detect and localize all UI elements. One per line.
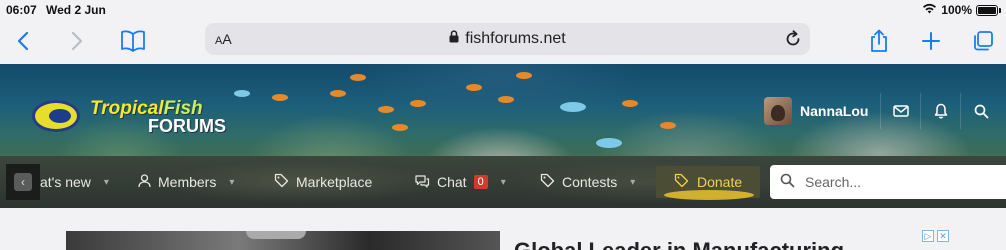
nav-donate-label: Donate — [697, 174, 743, 190]
nav-whats-new-label: at's new — [40, 174, 91, 190]
tag-icon — [674, 173, 689, 191]
status-right: 100% — [922, 3, 1001, 17]
reload-icon[interactable] — [784, 30, 802, 53]
nav-contests[interactable]: Contests ▾ — [540, 156, 635, 208]
status-date: Wed 2 Jun — [46, 3, 106, 17]
ad-headline[interactable]: Global Leader in Manufacturing — [514, 238, 924, 250]
tag-icon — [540, 173, 555, 191]
bookmarks-icon[interactable] — [118, 26, 148, 56]
nav-chat-label: Chat — [437, 174, 467, 190]
logo-word-forums: FORUMS — [148, 116, 226, 136]
banner-fish — [660, 122, 676, 129]
banner-fish — [498, 96, 514, 103]
banner-fish — [234, 90, 250, 97]
user-icon — [138, 173, 151, 191]
bell-icon[interactable] — [921, 93, 962, 129]
banner-fish — [410, 100, 426, 107]
nav-contests-label: Contests — [562, 174, 618, 190]
url-domain-group: fishforums.net — [449, 30, 566, 48]
banner-fish — [466, 84, 482, 91]
search-input[interactable]: Search... — [770, 165, 1006, 199]
user-nav: NannaLou — [760, 93, 1001, 129]
reader-label-large: A — [222, 31, 232, 47]
banner-fish — [378, 106, 394, 113]
nav-members-label: Members — [158, 174, 217, 190]
lock-icon — [449, 30, 459, 48]
banner-fish — [330, 90, 346, 97]
avatar — [764, 97, 792, 125]
envelope-icon[interactable] — [881, 93, 922, 129]
chat-count-badge: 0 — [473, 175, 488, 189]
browser-toolbar: AA fishforums.net — [0, 18, 1006, 64]
tag-icon — [274, 173, 289, 191]
back-icon[interactable] — [8, 26, 38, 56]
nav-donate[interactable]: Donate — [656, 166, 760, 200]
ad-image[interactable] — [66, 231, 500, 250]
logo-fish-emblem — [32, 100, 80, 132]
banner-fish — [516, 72, 532, 79]
banner-fish — [272, 94, 288, 101]
new-tab-icon[interactable] — [916, 26, 946, 56]
site-logo[interactable]: TropicalFish FORUMS — [32, 98, 262, 138]
search-icon — [780, 173, 795, 191]
search-placeholder: Search... — [805, 174, 862, 190]
battery-percent: 100% — [941, 3, 972, 17]
donate-highlight — [664, 190, 754, 200]
adchoices[interactable]: ▷ ✕ — [922, 230, 949, 242]
banner-fish — [560, 102, 586, 112]
adchoices-icon[interactable]: ▷ — [922, 230, 934, 242]
address-bar[interactable]: AA fishforums.net — [205, 23, 810, 55]
ad-close-icon[interactable]: ✕ — [937, 230, 949, 242]
nav-marketplace-label: Marketplace — [296, 174, 373, 190]
nav-members[interactable]: Members ▾ — [138, 156, 234, 208]
battery-fill — [978, 6, 996, 14]
chevron-left-icon: ‹ — [14, 173, 32, 191]
nav-chat[interactable]: Chat 0 ▾ — [414, 156, 506, 208]
chat-icon — [414, 174, 430, 191]
nav-marketplace[interactable]: Marketplace — [274, 156, 372, 208]
url-domain: fishforums.net — [465, 30, 566, 47]
status-bar: 06:07 Wed 2 Jun 100% — [0, 0, 1006, 20]
banner-fish — [596, 138, 622, 148]
wifi-icon — [922, 3, 937, 17]
chevron-down-icon[interactable]: ▾ — [104, 177, 109, 188]
chevron-down-icon[interactable]: ▾ — [630, 177, 635, 188]
chevron-down-icon[interactable]: ▾ — [229, 177, 234, 188]
banner-fish — [392, 124, 408, 131]
nav-whats-new[interactable]: at's new ▾ — [40, 156, 109, 208]
status-time: 06:07 — [6, 3, 37, 17]
reader-settings-button[interactable]: AA — [215, 31, 232, 47]
share-icon[interactable] — [864, 26, 894, 56]
chevron-down-icon[interactable]: ▾ — [501, 177, 506, 188]
forward-icon[interactable] — [62, 26, 92, 56]
username: NannaLou — [800, 103, 869, 119]
banner-fish — [622, 100, 638, 107]
battery-icon — [976, 4, 1001, 16]
banner-fish — [350, 74, 366, 81]
nav-scroll-left-button[interactable]: ‹ — [6, 164, 40, 200]
tabs-icon[interactable] — [968, 26, 998, 56]
user-account-link[interactable]: NannaLou — [760, 93, 882, 129]
search-icon[interactable] — [961, 93, 1001, 129]
